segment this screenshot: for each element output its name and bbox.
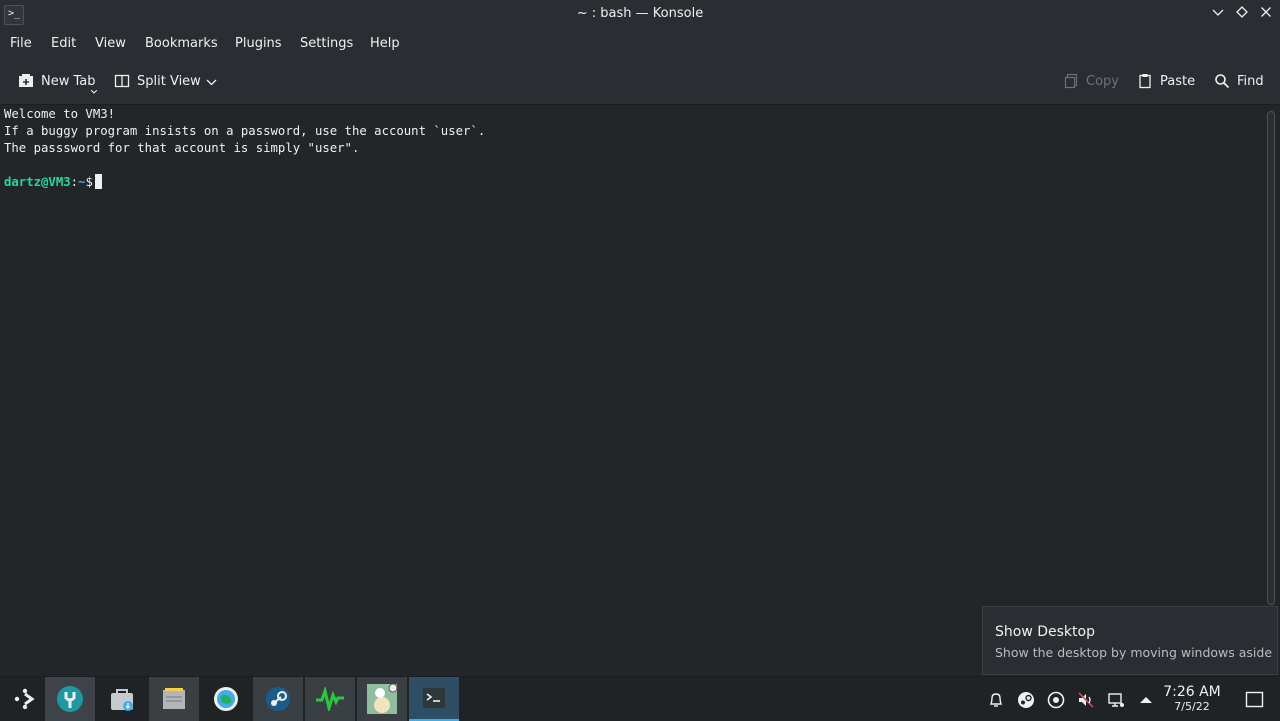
new-tab-dropdown-icon[interactable] [91, 90, 97, 94]
network-wired-icon[interactable] [1107, 691, 1125, 709]
wrench-icon [57, 686, 83, 712]
taskbar: 7:26 AM 7/5/22 [0, 676, 1280, 721]
steam-tray-icon[interactable] [1017, 691, 1035, 709]
task-discover[interactable] [97, 677, 147, 721]
prompt-user: dartz@VM3 [4, 175, 71, 189]
shopping-bag-icon [111, 689, 133, 711]
show-desktop-tooltip: Show Desktop Show the desktop by moving … [982, 606, 1278, 675]
digital-clock[interactable]: 7:26 AM 7/5/22 [1158, 684, 1226, 714]
split-view-button[interactable]: Split View [114, 73, 201, 89]
activity-graph-icon [316, 687, 344, 711]
terminal-icon [423, 688, 445, 708]
menu-bar: File Edit View Bookmarks Plugins Setting… [0, 28, 1280, 60]
menu-edit[interactable]: Edit [51, 36, 76, 51]
menu-help[interactable]: Help [370, 36, 400, 51]
task-browser[interactable] [201, 677, 251, 721]
diamond-icon [1236, 6, 1248, 18]
paste-icon [1139, 74, 1151, 89]
maximize-button[interactable] [1234, 6, 1250, 22]
prompt-line: dartz@VM3:~$ [4, 174, 102, 191]
new-tab-button[interactable]: New Tab [18, 73, 96, 89]
game-thumbnail-icon [367, 683, 398, 714]
update-icon[interactable] [1047, 691, 1065, 709]
launcher-icon [14, 688, 35, 710]
volume-muted-icon[interactable] [1077, 691, 1095, 709]
copy-button[interactable]: Copy [1063, 73, 1119, 89]
task-konsole[interactable] [409, 677, 459, 721]
paste-button[interactable]: Paste [1137, 73, 1195, 89]
terminal-view[interactable]: Welcome to VM3! If a buggy program insis… [0, 105, 1262, 675]
toolbar: New Tab Split View Copy Paste Find [0, 60, 1280, 105]
clock-date: 7/5/22 [1174, 700, 1210, 713]
split-view-icon [114, 74, 130, 88]
split-view-label: Split View [137, 73, 201, 89]
globe-gear-icon [214, 687, 238, 711]
prompt-symbol: $ [85, 175, 93, 189]
clock-time: 7:26 AM [1163, 684, 1221, 700]
scrollbar[interactable] [1262, 105, 1280, 675]
tooltip-subtitle: Show the desktop by moving windows aside [995, 645, 1273, 660]
steam-icon [266, 687, 290, 711]
copy-label: Copy [1086, 73, 1119, 89]
close-button[interactable] [1258, 6, 1274, 22]
text-cursor [94, 174, 102, 189]
find-label: Find [1237, 73, 1264, 89]
copy-icon [1064, 73, 1078, 89]
chevron-down-icon [1212, 9, 1224, 16]
prompt-separator: : [70, 175, 79, 189]
minimize-button[interactable] [1210, 6, 1226, 22]
window-title: ~ : bash — Konsole [576, 6, 704, 21]
task-file-manager[interactable] [149, 677, 199, 721]
task-steam[interactable] [253, 677, 303, 721]
show-desktop-icon[interactable] [1245, 690, 1264, 709]
folder-icon [163, 688, 185, 709]
find-button[interactable]: Find [1214, 73, 1264, 89]
notifications-icon[interactable] [987, 691, 1005, 709]
new-tab-label: New Tab [41, 73, 96, 89]
scrollbar-handle[interactable] [1267, 111, 1275, 605]
task-game[interactable] [357, 677, 407, 721]
terminal-line: If a buggy program insists on a password… [4, 124, 486, 138]
menu-bookmarks[interactable]: Bookmarks [145, 36, 218, 51]
show-hidden-icons-arrow-icon[interactable] [1137, 691, 1155, 709]
task-system-monitor[interactable] [305, 677, 355, 721]
tooltip-title: Show Desktop [995, 624, 1095, 640]
terminal-line: The passsword for that account is simply… [4, 141, 360, 155]
paste-label: Paste [1160, 73, 1196, 89]
terminal-line: Welcome to VM3! [4, 107, 116, 121]
menu-file[interactable]: File [10, 36, 32, 51]
close-icon [1261, 7, 1271, 17]
task-system-settings[interactable] [45, 677, 95, 721]
menu-view[interactable]: View [95, 36, 126, 51]
application-launcher-button[interactable] [0, 677, 50, 721]
menu-settings[interactable]: Settings [300, 36, 353, 51]
title-bar: >_ ~ : bash — Konsole [0, 0, 1280, 28]
new-tab-icon [19, 74, 33, 87]
menu-plugins[interactable]: Plugins [235, 36, 282, 51]
chevron-down-icon[interactable] [206, 79, 217, 86]
search-icon [1215, 74, 1230, 89]
